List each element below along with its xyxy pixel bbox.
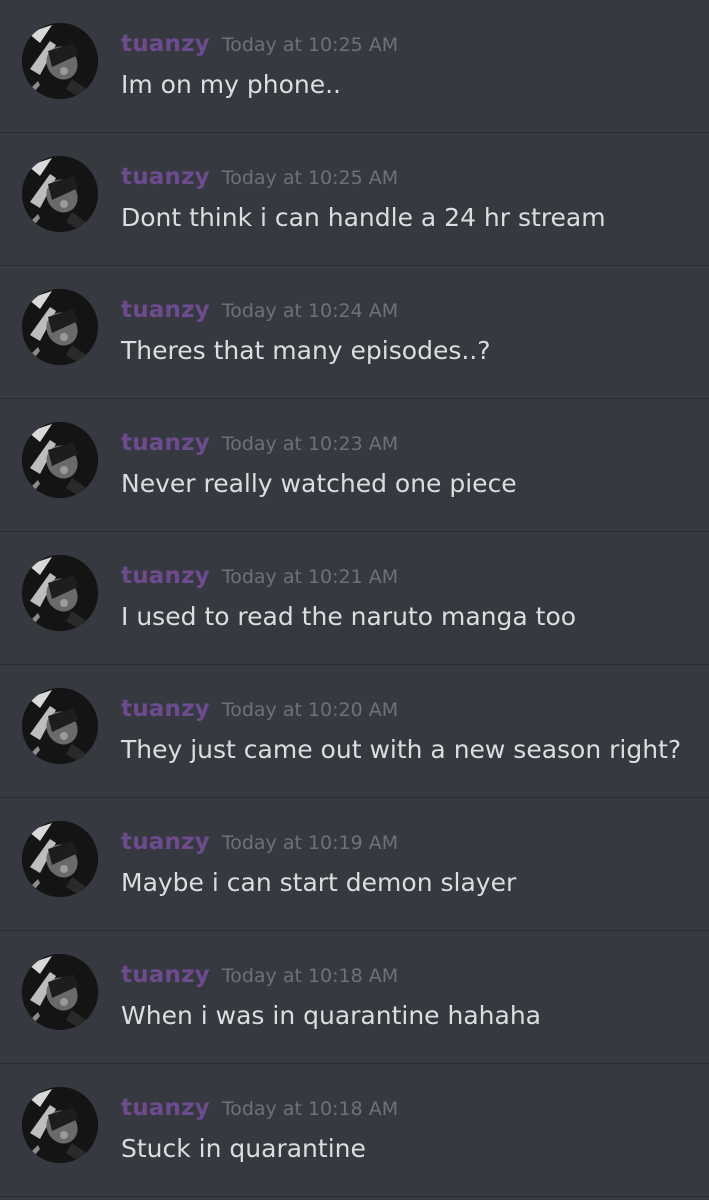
user-avatar[interactable] [22, 954, 98, 1030]
message-timestamp: Today at 10:19 AM [221, 832, 399, 854]
username[interactable]: tuanzy [121, 1095, 210, 1121]
chat-message: tuanzy Today at 10:20 AM They just came o… [0, 665, 709, 798]
message-text: Im on my phone.. [121, 70, 341, 99]
username[interactable]: tuanzy [121, 696, 210, 722]
chat-message: tuanzy Today at 10:23 AM Never really wat… [0, 399, 709, 532]
message-timestamp: Today at 10:25 AM [221, 167, 399, 189]
message-text: Stuck in quarantine [121, 1134, 366, 1163]
chat-message: tuanzy Today at 10:18 AM Stuck in quarant… [0, 1064, 709, 1197]
user-avatar[interactable] [22, 688, 98, 764]
chat-message-list: tuanzy Today at 10:25 AM Im on my phone..… [0, 0, 709, 1200]
user-avatar[interactable] [22, 1087, 98, 1163]
message-text: Dont think i can handle a 24 hr stream [121, 203, 606, 232]
message-header: tuanzy Today at 10:18 AM [121, 1094, 398, 1124]
user-avatar[interactable] [22, 289, 98, 365]
user-avatar[interactable] [22, 821, 98, 897]
chat-message: tuanzy Today at 10:19 AM Maybe i can star… [0, 798, 709, 931]
message-header: tuanzy Today at 10:25 AM [121, 163, 398, 193]
message-header: tuanzy Today at 10:19 AM [121, 828, 398, 858]
message-header: tuanzy Today at 10:18 AM [121, 961, 398, 991]
message-text: I used to read the naruto manga too [121, 602, 577, 631]
user-avatar[interactable] [22, 156, 98, 232]
message-text: Theres that many episodes..? [121, 336, 491, 365]
message-timestamp: Today at 10:18 AM [221, 1098, 399, 1120]
message-timestamp: Today at 10:23 AM [221, 433, 399, 455]
username[interactable]: tuanzy [121, 164, 210, 190]
message-header: tuanzy Today at 10:25 AM [121, 30, 398, 60]
chat-message: tuanzy Today at 10:24 AM Theres that many… [0, 266, 709, 399]
chat-message: tuanzy Today at 10:25 AM Dont think i can… [0, 133, 709, 266]
chat-message: tuanzy Today at 10:25 AM Im on my phone.. [0, 0, 709, 133]
message-timestamp: Today at 10:25 AM [221, 34, 399, 56]
user-avatar[interactable] [22, 23, 98, 99]
message-header: tuanzy Today at 10:23 AM [121, 429, 398, 459]
message-timestamp: Today at 10:18 AM [221, 965, 399, 987]
user-avatar[interactable] [22, 555, 98, 631]
message-text: When i was in quarantine hahaha [121, 1001, 541, 1030]
username[interactable]: tuanzy [121, 297, 210, 323]
message-text: Never really watched one piece [121, 469, 517, 498]
username[interactable]: tuanzy [121, 31, 210, 57]
username[interactable]: tuanzy [121, 962, 210, 988]
username[interactable]: tuanzy [121, 563, 210, 589]
username[interactable]: tuanzy [121, 430, 210, 456]
message-text: They just came out with a new season rig… [121, 735, 682, 764]
message-text: Maybe i can start demon slayer [121, 868, 517, 897]
message-timestamp: Today at 10:24 AM [221, 300, 399, 322]
user-avatar[interactable] [22, 422, 98, 498]
message-header: tuanzy Today at 10:20 AM [121, 695, 398, 725]
message-timestamp: Today at 10:21 AM [221, 566, 399, 588]
chat-message: tuanzy Today at 10:18 AM When i was in qu… [0, 931, 709, 1064]
message-timestamp: Today at 10:20 AM [221, 699, 399, 721]
username[interactable]: tuanzy [121, 829, 210, 855]
chat-message: tuanzy Today at 10:21 AM I used to read t… [0, 532, 709, 665]
message-header: tuanzy Today at 10:21 AM [121, 562, 398, 592]
message-header: tuanzy Today at 10:24 AM [121, 296, 398, 326]
